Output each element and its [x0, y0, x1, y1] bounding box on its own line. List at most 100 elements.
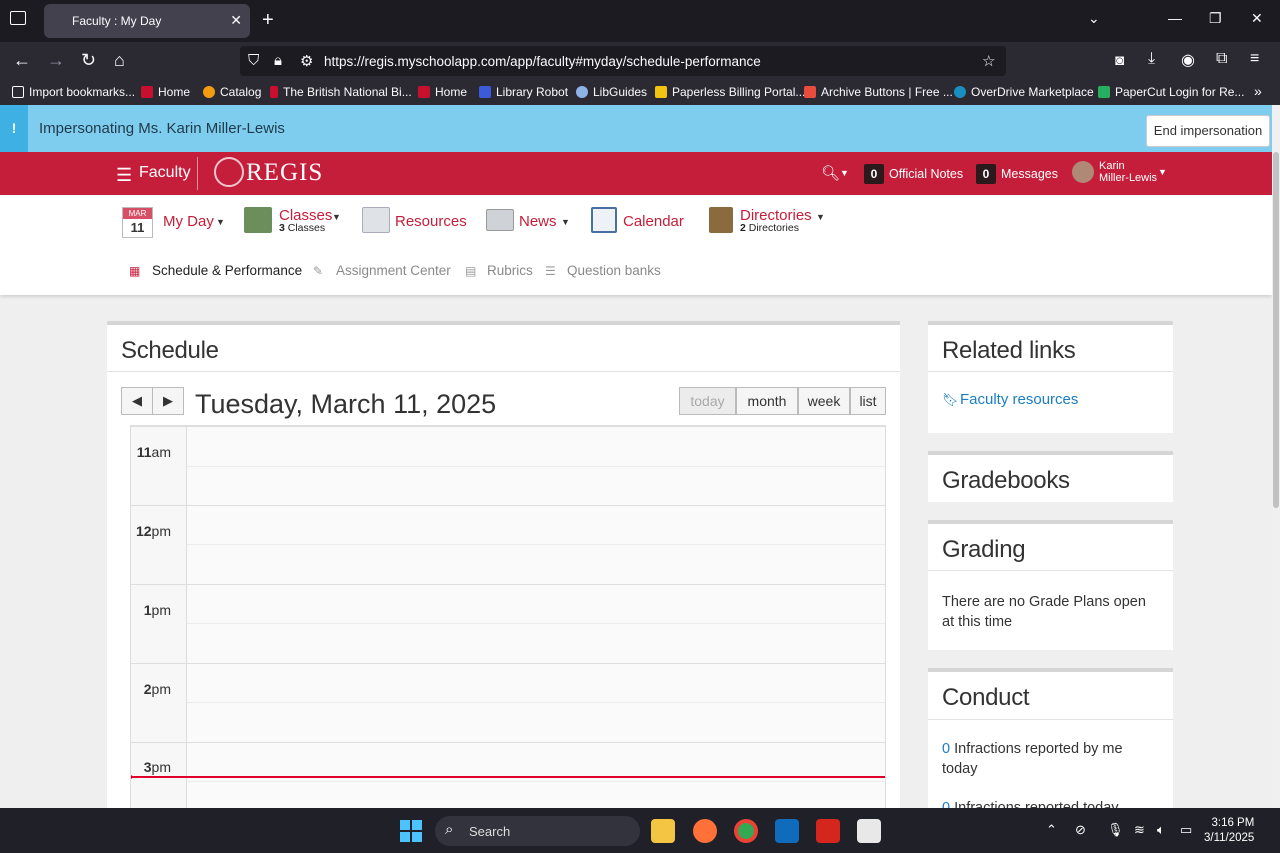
chrome-icon[interactable]	[734, 819, 758, 843]
clock-date: 3/11/2025	[1204, 832, 1255, 844]
permissions-icon[interactable]: ⚙	[300, 52, 313, 70]
official-notes-link[interactable]: Official Notes	[889, 167, 963, 181]
windows-start-icon[interactable]	[400, 820, 422, 842]
chalkboard-icon[interactable]	[244, 207, 272, 233]
account-icon[interactable]: ◉	[1181, 50, 1195, 70]
tab-schedule-performance[interactable]: Schedule & Performance	[152, 263, 302, 278]
current-time-arrow-icon	[131, 773, 134, 781]
user-menu[interactable]: Karin Miller-Lewis	[1099, 160, 1157, 184]
week-button[interactable]: week	[798, 387, 850, 415]
firefox-icon[interactable]	[693, 819, 717, 843]
site-icon	[655, 86, 667, 98]
download-icon[interactable]: ⤓	[1148, 50, 1155, 68]
messages-count[interactable]: 0	[976, 164, 996, 184]
bookmark-item[interactable]: Library Robot	[479, 85, 568, 99]
taskbar-search[interactable]: ⌕ Search	[435, 816, 640, 846]
snipping-tool-icon[interactable]	[857, 819, 881, 843]
scrollbar-thumb[interactable]	[1273, 152, 1279, 508]
list-button[interactable]: list	[850, 387, 886, 415]
brand-logo[interactable]: REGIS	[246, 159, 323, 187]
battery-icon[interactable]: ▭	[1180, 822, 1192, 838]
tab-rubrics[interactable]: Rubrics	[487, 263, 533, 278]
month-button[interactable]: month	[736, 387, 798, 415]
more-bookmarks-icon[interactable]: »	[1254, 83, 1262, 99]
restore-icon[interactable]: ❐	[1209, 10, 1222, 27]
reload-icon[interactable]: ↻	[81, 50, 96, 71]
tab-assignment-center[interactable]: Assignment Center	[336, 263, 451, 278]
url-bar[interactable]: ⛉ 🔒︎ ⚙ https://regis.myschoolapp.com/app…	[240, 46, 1006, 76]
tab-question-banks[interactable]: Question banks	[567, 263, 661, 278]
bookmark-item[interactable]: OverDrive Marketplace	[954, 85, 1094, 99]
microphone-icon[interactable]: 🎙︎	[1107, 822, 1124, 838]
list-all-tabs-icon[interactable]	[10, 11, 26, 25]
site-icon	[954, 86, 966, 98]
forward-icon[interactable]: →	[47, 50, 65, 71]
caret-down-icon[interactable]: ▼	[561, 217, 570, 227]
bookmark-item[interactable]: The British National Bi...	[270, 85, 412, 99]
resources-icon[interactable]	[362, 207, 390, 233]
calendar-date-icon[interactable]: MAR 11	[122, 207, 153, 238]
rubric-icon: ▤	[465, 264, 477, 278]
bookmark-item[interactable]: Paperless Billing Portal...	[655, 85, 805, 99]
resources-link[interactable]: Resources	[395, 213, 467, 230]
menu-icon[interactable]: ≡	[1250, 50, 1259, 68]
list-icon: ☰	[545, 264, 556, 278]
close-window-icon[interactable]: ✕	[1251, 10, 1263, 27]
next-day-button[interactable]: ▶	[152, 387, 184, 415]
gradebooks-title[interactable]: Gradebooks	[942, 467, 1070, 495]
bookmark-item[interactable]: Home	[141, 85, 190, 99]
messages-link[interactable]: Messages	[1001, 167, 1058, 181]
sync-off-icon[interactable]: ⊘	[1075, 822, 1086, 838]
bookmark-item[interactable]: Catalog	[203, 85, 261, 99]
volume-icon[interactable]: 🔈︎	[1157, 822, 1165, 838]
calendar-link[interactable]: Calendar	[623, 213, 684, 230]
outlook-icon[interactable]	[775, 819, 799, 843]
acrobat-icon[interactable]	[816, 819, 840, 843]
my-day-menu[interactable]: My Day	[163, 213, 214, 230]
hamburger-icon[interactable]: ☰	[116, 165, 132, 186]
grading-panel: Grading There are no Grade Plans open at…	[928, 520, 1173, 650]
browser-tab[interactable]: Faculty : My Day ✕	[44, 4, 250, 38]
avatar[interactable]	[1072, 161, 1094, 183]
home-icon[interactable]: ⌂	[114, 50, 125, 71]
pocket-icon[interactable]: ◙	[1115, 52, 1124, 69]
bookmark-star-icon[interactable]: ☆	[982, 52, 995, 70]
caret-down-icon[interactable]: ▼	[840, 168, 849, 178]
url-text[interactable]: https://regis.myschoolapp.com/app/facult…	[324, 54, 761, 69]
back-icon[interactable]: ←	[13, 50, 31, 71]
conduct-row[interactable]: 0 Infractions reported by me today	[942, 739, 1162, 779]
chevron-down-icon[interactable]: ⌄	[1088, 10, 1100, 27]
minimize-icon[interactable]: —	[1168, 10, 1182, 26]
shield-icon[interactable]: ⛉	[248, 52, 259, 69]
bookmark-item[interactable]: Archive Buttons | Free ...	[804, 85, 953, 99]
conduct-row[interactable]: 0 Infractions reported today	[942, 798, 1162, 808]
bookmark-item[interactable]: Home	[418, 85, 467, 99]
close-tab-icon[interactable]: ✕	[230, 12, 242, 29]
end-impersonation-button[interactable]: End impersonation	[1146, 115, 1270, 147]
bookmark-item[interactable]: Import bookmarks...	[12, 85, 135, 99]
new-tab-icon[interactable]: +	[262, 9, 274, 32]
file-explorer-icon[interactable]	[651, 819, 675, 843]
bookmark-item[interactable]: LibGuides	[576, 85, 647, 99]
user-caret-icon[interactable]: ▼	[1158, 167, 1167, 177]
wifi-icon[interactable]: ≋	[1134, 822, 1145, 838]
extensions-icon[interactable]: ⧉	[1216, 50, 1227, 68]
caret-down-icon[interactable]: ▼	[332, 212, 341, 222]
tray-overflow-icon[interactable]: ⌃	[1046, 822, 1057, 838]
today-button[interactable]: today	[679, 387, 736, 415]
system-clock[interactable]: 3:16 PM 3/11/2025	[1204, 816, 1254, 846]
newspaper-icon[interactable]	[486, 209, 514, 231]
calendar-icon[interactable]	[591, 207, 617, 233]
day-grid[interactable]: 11am 12pm 1pm 2pm 3pm	[130, 425, 886, 813]
faculty-resources-link[interactable]: Faculty resources	[960, 391, 1078, 408]
news-menu[interactable]: News	[519, 213, 557, 230]
faculty-menu[interactable]: Faculty	[139, 164, 191, 182]
search-icon[interactable]: 🔍︎	[821, 164, 840, 182]
caret-down-icon[interactable]: ▼	[816, 212, 825, 222]
prev-day-button[interactable]: ◀	[121, 387, 153, 415]
lock-icon[interactable]: 🔒︎	[274, 52, 282, 69]
directory-book-icon[interactable]	[709, 207, 733, 233]
bookmark-item[interactable]: PaperCut Login for Re...	[1098, 85, 1244, 99]
official-notes-count[interactable]: 0	[864, 164, 884, 184]
caret-down-icon[interactable]: ▼	[216, 217, 225, 227]
